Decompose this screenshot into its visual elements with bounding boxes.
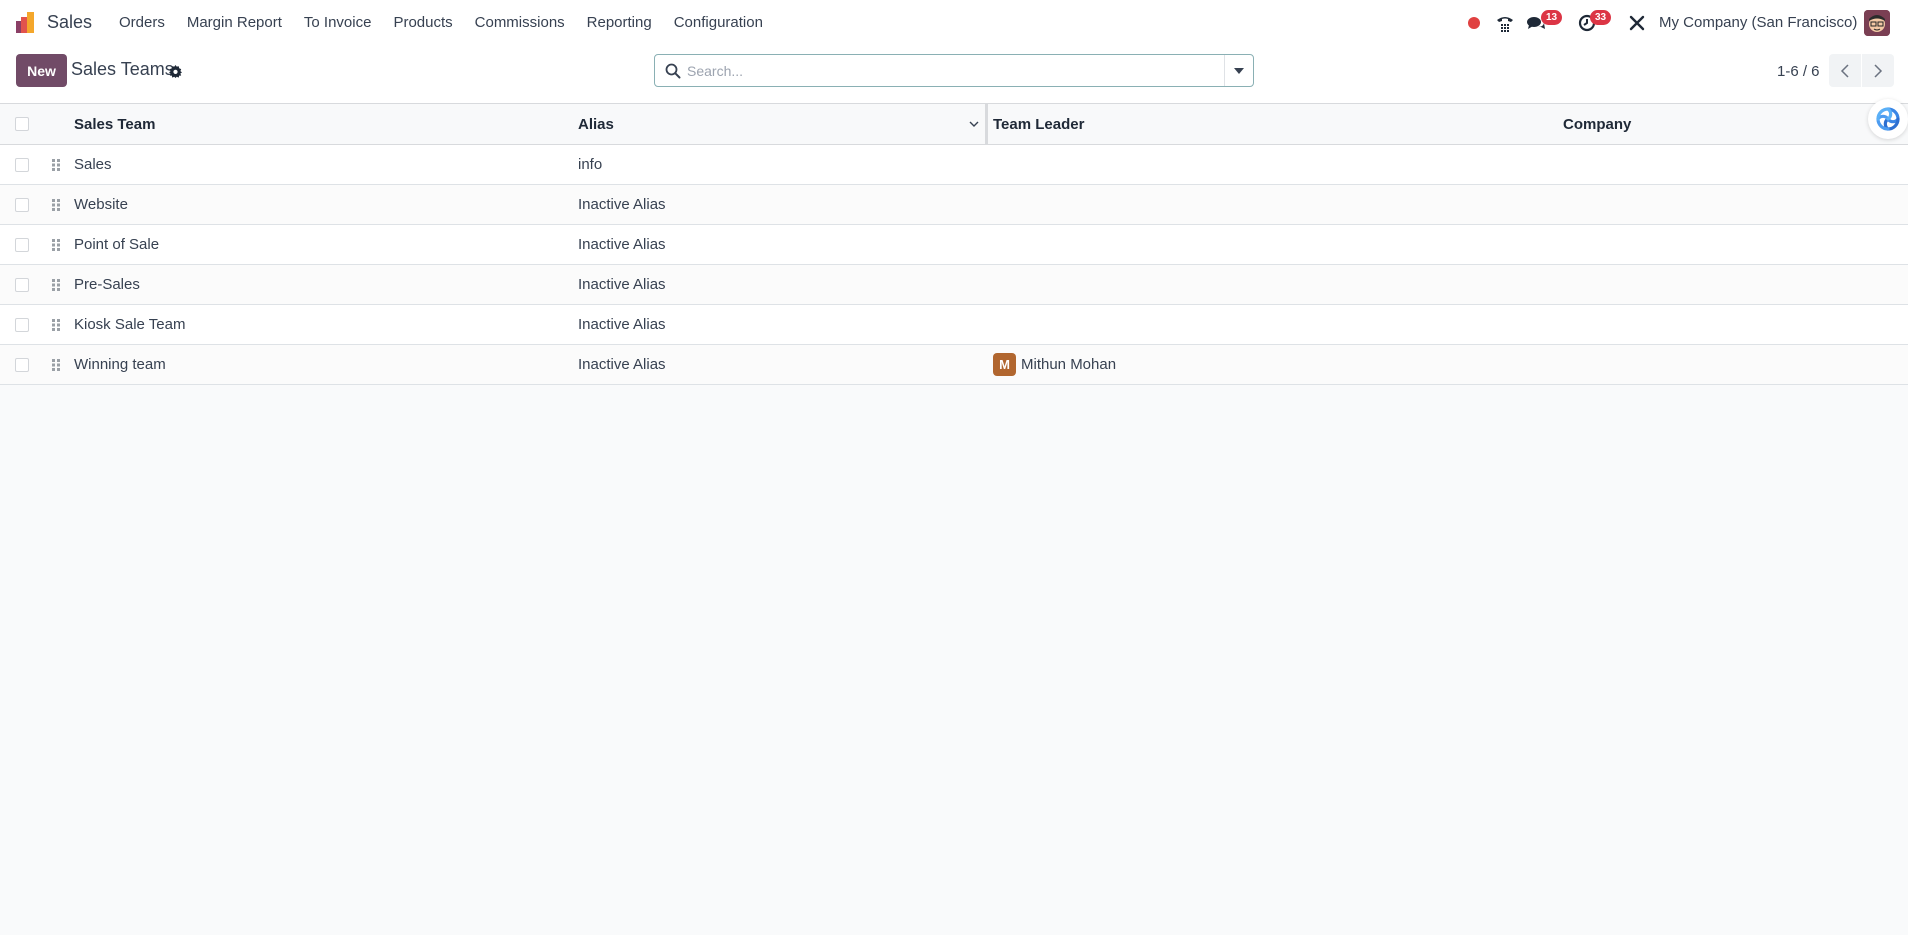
search-icon (665, 63, 681, 79)
sales-app-logo-icon[interactable] (14, 11, 38, 35)
search-box (654, 54, 1254, 87)
table-row[interactable]: Website Inactive Alias (0, 185, 1908, 225)
swirl-icon (1876, 107, 1900, 131)
column-resize-handle[interactable] (985, 104, 988, 145)
main-menu: Orders Margin Report To Invoice Products… (108, 14, 774, 31)
select-all-checkbox[interactable] (15, 117, 29, 131)
sales-team-name[interactable]: Winning team (74, 345, 166, 384)
sales-team-name[interactable]: Point of Sale (74, 225, 159, 264)
table-row[interactable]: Point of Sale Inactive Alias (0, 225, 1908, 265)
menu-margin-report[interactable]: Margin Report (176, 14, 293, 31)
sales-team-name[interactable]: Website (74, 185, 128, 224)
sales-teams-table: Sales Team Alias Team Leader Company Sal… (0, 104, 1908, 385)
optional-columns-chevron-down-icon[interactable] (967, 117, 981, 131)
table-header: Sales Team Alias Team Leader Company (0, 104, 1908, 145)
menu-reporting[interactable]: Reporting (576, 14, 663, 31)
pager-value[interactable]: 1-6 / 6 (1777, 63, 1820, 80)
alias-value[interactable]: info (578, 145, 602, 184)
search-options-toggle[interactable] (1224, 55, 1253, 86)
table-row[interactable]: Pre-Sales Inactive Alias (0, 265, 1908, 305)
row-checkbox[interactable] (15, 358, 29, 372)
sales-team-name[interactable]: Pre-Sales (74, 265, 140, 304)
column-header-sales-team[interactable]: Sales Team (74, 104, 155, 144)
app-name[interactable]: Sales (47, 12, 92, 33)
column-header-alias[interactable]: Alias (578, 104, 614, 144)
drag-handle-icon[interactable] (51, 198, 61, 212)
team-leader-name[interactable]: Mithun Mohan (1021, 356, 1116, 373)
drag-handle-icon[interactable] (51, 158, 61, 172)
table-body: Sales info Website Inactive Alias Point of S… (0, 145, 1908, 385)
alias-value[interactable]: Inactive Alias (578, 185, 666, 224)
menu-products[interactable]: Products (382, 14, 463, 31)
assistant-swirl-button[interactable] (1868, 99, 1908, 139)
menu-orders[interactable]: Orders (108, 14, 176, 31)
chevron-right-icon (1874, 63, 1883, 78)
debug-tools-icon[interactable] (1626, 12, 1648, 34)
row-checkbox[interactable] (15, 278, 29, 292)
gear-icon[interactable] (169, 65, 182, 78)
phone-icon[interactable] (1494, 12, 1516, 34)
row-checkbox[interactable] (15, 158, 29, 172)
recording-indicator-icon[interactable] (1468, 17, 1480, 29)
activities-badge: 33 (1590, 10, 1611, 25)
column-header-company[interactable]: Company (1563, 104, 1631, 144)
alias-value[interactable]: Inactive Alias (578, 265, 666, 304)
breadcrumb: Sales Teams (71, 59, 174, 79)
sales-team-name[interactable]: Kiosk Sale Team (74, 305, 185, 344)
team-leader-cell[interactable]: M Mithun Mohan (993, 345, 1116, 384)
pager-previous-button[interactable] (1829, 54, 1861, 87)
table-row[interactable]: Winning team Inactive Alias M Mithun Mohan (0, 345, 1908, 385)
alias-value[interactable]: Inactive Alias (578, 305, 666, 344)
menu-to-invoice[interactable]: To Invoice (293, 14, 383, 31)
sales-team-name[interactable]: Sales (74, 145, 112, 184)
column-header-team-leader[interactable]: Team Leader (993, 104, 1084, 144)
menu-configuration[interactable]: Configuration (663, 14, 774, 31)
messages-badge: 13 (1541, 10, 1562, 25)
caret-down-icon (1234, 67, 1244, 74)
alias-value[interactable]: Inactive Alias (578, 345, 666, 384)
table-row[interactable]: Kiosk Sale Team Inactive Alias (0, 305, 1908, 345)
drag-handle-icon[interactable] (51, 358, 61, 372)
row-checkbox[interactable] (15, 318, 29, 332)
menu-commissions[interactable]: Commissions (464, 14, 576, 31)
drag-handle-icon[interactable] (51, 238, 61, 252)
row-checkbox[interactable] (15, 238, 29, 252)
drag-handle-icon[interactable] (51, 318, 61, 332)
row-checkbox[interactable] (15, 198, 29, 212)
alias-value[interactable]: Inactive Alias (578, 225, 666, 264)
team-leader-avatar: M (993, 353, 1016, 376)
new-button[interactable]: New (16, 54, 67, 87)
table-row[interactable]: Sales info (0, 145, 1908, 185)
control-panel: New Sales Teams 1-6 / 6 (0, 46, 1908, 104)
drag-handle-icon[interactable] (51, 278, 61, 292)
chevron-left-icon (1840, 63, 1849, 78)
user-avatar[interactable] (1864, 10, 1890, 36)
search-input[interactable] (687, 57, 1207, 84)
pager-next-button[interactable] (1862, 54, 1894, 87)
company-switcher[interactable]: My Company (San Francisco) (1659, 14, 1857, 31)
top-navbar: Sales Orders Margin Report To Invoice Pr… (0, 0, 1908, 46)
